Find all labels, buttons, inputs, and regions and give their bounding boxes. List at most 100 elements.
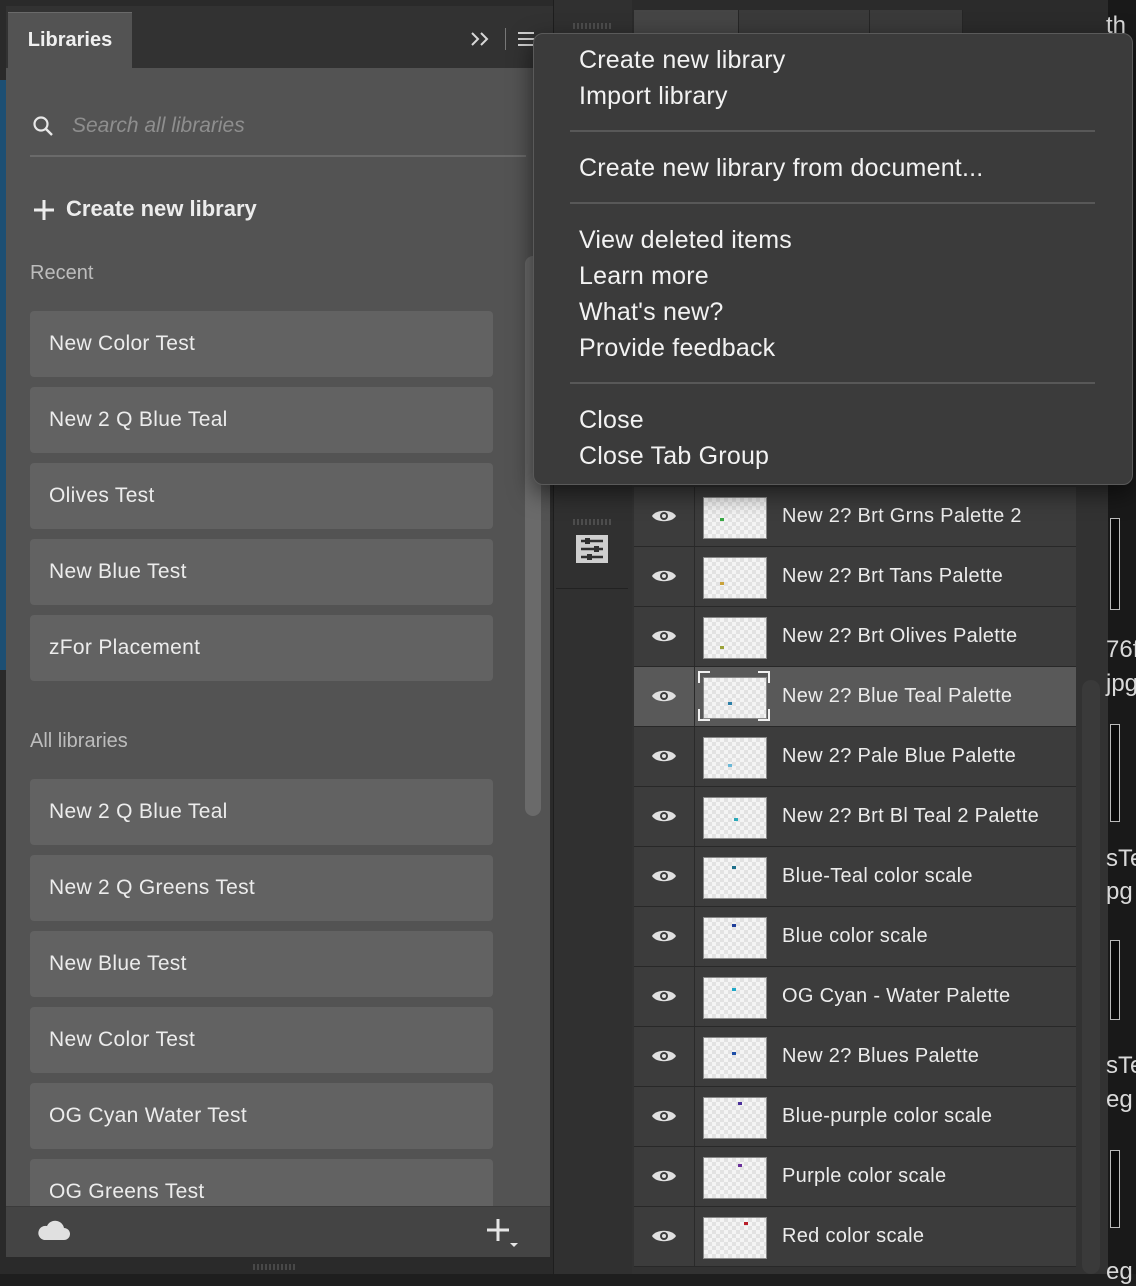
layers-scrollbar[interactable] <box>1082 680 1100 1274</box>
cloud-sync-icon[interactable] <box>36 1218 72 1244</box>
layer-name: New 2? Brt Olives Palette <box>782 625 1018 647</box>
layer-row[interactable]: New 2? Brt Grns Palette 2 <box>634 487 1076 547</box>
library-item-label: New Color Test <box>49 1028 196 1051</box>
library-item[interactable]: New Color Test <box>30 1007 493 1073</box>
library-item-label: New 2 Q Blue Teal <box>49 800 228 823</box>
canvas-filename-fragment: pg <box>1106 878 1133 905</box>
layer-name: OG Cyan - Water Palette <box>782 985 1011 1007</box>
create-new-library-label: Create new library <box>66 196 257 221</box>
visibility-eye-icon[interactable] <box>634 727 695 786</box>
layer-row[interactable]: Red color scale <box>634 1207 1076 1267</box>
visibility-eye-icon[interactable] <box>634 1207 695 1266</box>
canvas-filename-fragment: eg <box>1106 1086 1133 1113</box>
resize-handle[interactable] <box>250 1258 300 1270</box>
layer-row[interactable]: Blue-Teal color scale <box>634 847 1076 907</box>
library-item[interactable]: New Blue Test <box>30 931 493 997</box>
layer-thumbnail <box>703 1037 767 1079</box>
visibility-eye-icon[interactable] <box>634 607 695 666</box>
library-item[interactable]: New 2 Q Greens Test <box>30 855 493 921</box>
visibility-eye-icon[interactable] <box>634 1027 695 1086</box>
recent-library-item[interactable]: New 2 Q Blue Teal <box>30 387 493 453</box>
layer-thumbnail <box>703 557 767 599</box>
visibility-eye-icon[interactable] <box>634 487 695 546</box>
recent-section-label: Recent <box>30 262 94 284</box>
layer-thumbnail <box>703 1217 767 1259</box>
visibility-eye-icon[interactable] <box>634 847 695 906</box>
tab-libraries-label: Libraries <box>27 29 113 51</box>
layer-thumbnail <box>703 497 767 539</box>
layer-row[interactable]: New 2? Pale Blue Palette <box>634 727 1076 787</box>
layer-row[interactable]: New 2? Brt Tans Palette <box>634 547 1076 607</box>
library-item[interactable]: OG Cyan Water Test <box>30 1083 493 1149</box>
all-libraries-section-label: All libraries <box>30 730 128 752</box>
recent-library-item[interactable]: zFor Placement <box>30 615 493 681</box>
menu-item-learn-more[interactable]: Learn more <box>579 258 709 294</box>
library-item[interactable]: New 2 Q Blue Teal <box>30 779 493 845</box>
layer-row[interactable]: Blue-purple color scale <box>634 1087 1076 1147</box>
canvas-filename-fragment: sTe <box>1106 845 1136 872</box>
layer-thumbnail <box>703 1157 767 1199</box>
tab-libraries[interactable]: Libraries <box>8 12 132 69</box>
menu-item-view-deleted-items[interactable]: View deleted items <box>579 222 792 258</box>
layer-name: Blue-Teal color scale <box>782 865 973 887</box>
layer-name: New 2? Blues Palette <box>782 1045 980 1067</box>
recent-library-item[interactable]: Olives Test <box>30 463 493 529</box>
layer-name: New 2? Brt Tans Palette <box>782 565 1004 587</box>
recent-library-item[interactable]: New Blue Test <box>30 539 493 605</box>
menu-item-provide-feedback[interactable]: Provide feedback <box>579 330 775 366</box>
menu-item-create-from-document[interactable]: Create new library from document... <box>579 150 983 186</box>
library-item-label: OG Cyan Water Test <box>49 1104 247 1127</box>
collapse-panels-icon[interactable] <box>466 24 496 54</box>
visibility-eye-icon[interactable] <box>634 547 695 606</box>
layer-row[interactable]: New 2? Blues Palette <box>634 1027 1076 1087</box>
libraries-footer <box>6 1206 550 1257</box>
layer-name: New 2? Pale Blue Palette <box>782 745 1017 767</box>
layer-name: Red color scale <box>782 1225 925 1247</box>
layer-name: Blue color scale <box>782 925 928 947</box>
library-item-label: New 2 Q Blue Teal <box>49 408 228 431</box>
menu-item-create-new-library[interactable]: Create new library <box>579 42 785 78</box>
libraries-flyout-menu: Create new library Import library Create… <box>533 33 1133 485</box>
selection-bracket <box>698 671 770 721</box>
add-content-icon[interactable] <box>484 1216 520 1250</box>
layer-name: New 2? Blue Teal Palette <box>782 685 1013 707</box>
search-input[interactable] <box>70 106 514 146</box>
create-new-library-button[interactable]: Create new library <box>30 190 330 230</box>
visibility-eye-icon[interactable] <box>634 787 695 846</box>
canvas-thumbnail <box>1110 940 1120 1020</box>
library-item-label: zFor Placement <box>49 636 201 659</box>
properties-panel-icon[interactable] <box>575 534 609 564</box>
layer-thumbnail <box>703 857 767 899</box>
menu-item-close-tab-group[interactable]: Close Tab Group <box>579 438 769 474</box>
visibility-eye-icon[interactable] <box>634 667 695 726</box>
layer-row[interactable]: New 2? Brt Olives Palette <box>634 607 1076 667</box>
library-item-label: New Color Test <box>49 332 196 355</box>
visibility-eye-icon[interactable] <box>634 1147 695 1206</box>
plus-icon <box>32 198 56 222</box>
layer-row[interactable]: New 2? Brt Bl Teal 2 Palette <box>634 787 1076 847</box>
layer-name: New 2? Brt Grns Palette 2 <box>782 505 1022 527</box>
layer-row[interactable]: Blue color scale <box>634 907 1076 967</box>
visibility-eye-icon[interactable] <box>634 1087 695 1146</box>
visibility-eye-icon[interactable] <box>634 967 695 1026</box>
canvas-filename-fragment: jpg <box>1106 670 1136 697</box>
menu-separator <box>570 202 1095 204</box>
layer-thumbnail <box>703 917 767 959</box>
visibility-eye-icon[interactable] <box>634 907 695 966</box>
menu-item-close[interactable]: Close <box>579 402 644 438</box>
canvas-thumbnail <box>1110 1150 1120 1228</box>
recent-library-item[interactable]: New Color Test <box>30 311 493 377</box>
library-item-label: Olives Test <box>49 484 155 507</box>
library-item-label: New 2 Q Greens Test <box>49 876 256 899</box>
layer-row[interactable]: OG Cyan - Water Palette <box>634 967 1076 1027</box>
grip-handle[interactable] <box>572 512 612 525</box>
menu-separator <box>570 130 1095 132</box>
menu-item-import-library[interactable]: Import library <box>579 78 728 114</box>
menu-item-whats-new[interactable]: What's new? <box>579 294 724 330</box>
canvas-filename-fragment: sTe <box>1106 1052 1136 1079</box>
tab-divider <box>505 28 506 50</box>
grip-handle[interactable] <box>572 16 612 29</box>
layer-row[interactable]: New 2? Blue Teal Palette <box>634 667 1076 727</box>
menu-separator <box>570 382 1095 384</box>
layer-row[interactable]: Purple color scale <box>634 1147 1076 1207</box>
